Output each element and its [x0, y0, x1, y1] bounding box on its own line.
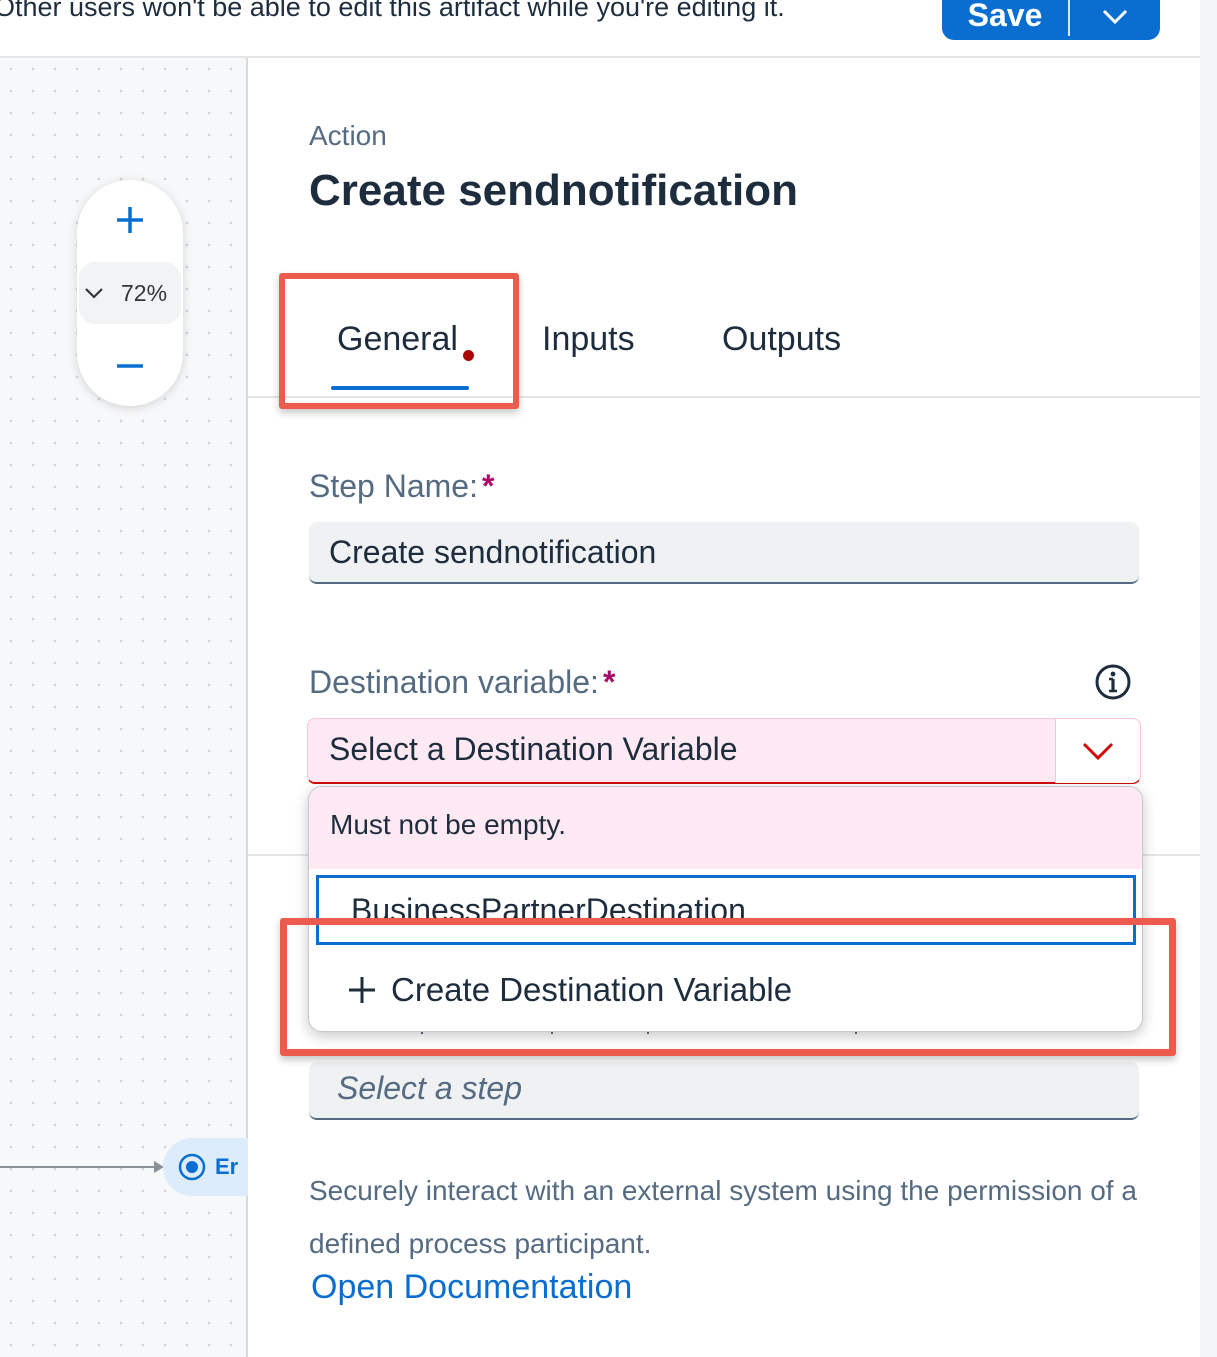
tab-outputs[interactable]: Outputs — [722, 320, 841, 359]
zoom-level-text: 72% — [121, 279, 168, 306]
panel-subtitle: Action — [309, 120, 387, 151]
chevron-down-icon — [1082, 742, 1114, 761]
end-event-label: Er — [215, 1154, 239, 1179]
process-canvas[interactable]: 72% Er — [0, 58, 263, 1357]
action-description: Securely interact with an external syste… — [309, 1175, 1137, 1259]
window-edge — [1200, 0, 1217, 1357]
destination-variable-dropdown-button[interactable] — [1055, 719, 1140, 783]
zoom-control: 72% — [77, 180, 183, 406]
chevron-down-icon — [85, 288, 103, 299]
chevron-down-icon — [1102, 9, 1128, 25]
info-icon[interactable] — [1093, 662, 1133, 702]
destination-variable-select[interactable]: Select a Destination Variable — [307, 718, 1141, 784]
zoom-in-button[interactable] — [77, 190, 183, 250]
step-name-label-text: Step Name: — [309, 468, 478, 504]
required-marker: * — [481, 468, 495, 504]
validation-message-text: Must not be empty. — [330, 809, 567, 840]
save-button[interactable]: Save — [942, 0, 1068, 40]
panel-title: Create sendnotification — [309, 166, 798, 215]
open-documentation-link[interactable]: Open Documentation — [311, 1268, 632, 1307]
step-name-input[interactable]: Create sendnotification — [309, 522, 1139, 584]
lock-message: Other users won't be able to edit this a… — [0, 0, 785, 22]
save-split-button[interactable]: Save — [942, 0, 1160, 40]
sequence-flow — [0, 1166, 158, 1168]
minus-icon — [117, 364, 143, 368]
destination-variable-label: Destination variable: * — [309, 664, 615, 701]
destination-variable-label-text: Destination variable: — [309, 664, 599, 700]
top-toolbar: Other users won't be able to edit this a… — [0, 0, 1200, 58]
step-name-label: Step Name: * — [309, 468, 494, 505]
step-select[interactable]: Select a step — [309, 1062, 1139, 1120]
plus-icon — [117, 207, 143, 233]
highlight-box-general-tab — [279, 273, 519, 409]
step-select-placeholder: Select a step — [337, 1070, 522, 1106]
properties-panel: Action Create sendnotification General I… — [248, 58, 1200, 1357]
highlight-box-create-destination — [280, 918, 1176, 1056]
destination-variable-placeholder: Select a Destination Variable — [329, 731, 738, 767]
zoom-out-button[interactable] — [77, 336, 183, 396]
validation-message: Must not be empty. — [309, 787, 1142, 869]
zoom-level-select[interactable]: 72% — [79, 262, 181, 324]
tab-inputs[interactable]: Inputs — [542, 320, 635, 359]
save-options-button[interactable] — [1070, 0, 1160, 40]
required-marker: * — [602, 664, 616, 700]
end-event-icon — [178, 1153, 206, 1181]
